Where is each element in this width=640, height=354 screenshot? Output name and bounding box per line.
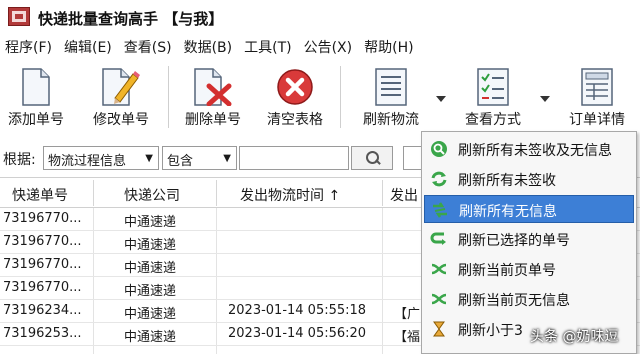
header-ship-location[interactable]: 发出 — [390, 185, 418, 205]
filter-operator-select[interactable]: 包含 ▼ — [162, 146, 237, 170]
view-mode-dropdown-arrow-icon[interactable] — [540, 96, 550, 102]
menu-item-refresh-unsigned[interactable]: 刷新所有未签收 — [424, 165, 634, 193]
cell-ship-time: 2023-01-14 05:56:20 — [228, 326, 367, 341]
detail-form-icon — [581, 68, 613, 106]
cell-tracking-number: 73196770... — [3, 257, 82, 272]
menu-item-label: 刷新所有未签收及无信息 — [458, 143, 612, 159]
refresh-shuffle-icon — [431, 293, 447, 305]
title-bar: 快递批量查询高手 【与我】 — [0, 0, 640, 34]
clear-table-label: 清空表格 — [267, 112, 323, 128]
edit-order-button[interactable]: 修改单号 — [88, 68, 154, 138]
filter-operator-value: 包含 — [167, 154, 194, 169]
refresh-return-icon — [430, 232, 446, 245]
cell-tracking-number: 73196770... — [3, 280, 82, 295]
cell-courier: 中通速递 — [124, 284, 177, 299]
menu-item-refresh-current-page[interactable]: 刷新当前页单号 — [424, 255, 634, 283]
chevron-down-icon: ▼ — [145, 153, 153, 164]
search-button[interactable] — [351, 146, 393, 170]
edit-document-icon — [102, 68, 140, 106]
menu-program[interactable]: 程序(F) — [2, 37, 55, 57]
new-document-icon — [22, 68, 50, 106]
filter-field-value: 物流过程信息 — [48, 154, 127, 169]
cell-tracking-number: 73196770... — [3, 211, 82, 226]
order-detail-button[interactable]: 订单详情 — [562, 68, 632, 138]
cell-courier: 中通速递 — [124, 238, 177, 253]
column-divider — [216, 180, 217, 206]
menu-item-label: 刷新所有无信息 — [459, 204, 557, 220]
menu-edit[interactable]: 编辑(E) — [61, 37, 115, 57]
delete-order-label: 删除单号 — [185, 112, 241, 128]
menu-item-label: 刷新当前页单号 — [458, 263, 556, 279]
column-divider — [93, 180, 94, 206]
column-divider — [382, 180, 383, 206]
cell-ship-time: 2023-01-14 05:55:18 — [228, 303, 367, 318]
clear-x-circle-icon — [277, 69, 313, 105]
cell-courier: 中通速递 — [124, 307, 177, 322]
edit-order-label: 修改单号 — [93, 112, 149, 128]
toolbar-separator — [168, 66, 169, 128]
add-order-button[interactable]: 添加单号 — [4, 68, 68, 138]
toolbar-separator — [340, 66, 341, 128]
menu-view[interactable]: 查看(S) — [121, 37, 175, 57]
clear-table-button[interactable]: 清空表格 — [262, 68, 328, 138]
menu-item-refresh-no-info[interactable]: 刷新所有无信息 — [424, 195, 634, 223]
menu-notice[interactable]: 公告(X) — [301, 37, 356, 57]
menu-item-label: 刷新小于3 — [458, 323, 523, 339]
toolbar: 添加单号 修改单号 删除单号 清空表格 刷新物流 查看方式 订单详情 — [0, 60, 640, 142]
refresh-logistics-label: 刷新物流 — [363, 112, 419, 128]
filter-field-select[interactable]: 物流过程信息 ▼ — [43, 146, 159, 170]
cell-courier: 中通速递 — [124, 330, 177, 345]
add-order-label: 添加单号 — [8, 112, 64, 128]
cell-tracking-number: 73196770... — [3, 234, 82, 249]
refresh-dropdown-menu: 刷新所有未签收及无信息 刷新所有未签收 刷新所有无信息 刷新已选择的单号 刷新当… — [421, 131, 637, 354]
cell-courier: 中通速递 — [124, 215, 177, 230]
filter-label: 根据: — [3, 152, 36, 168]
view-mode-label: 查看方式 — [465, 112, 521, 128]
refresh-search-icon — [431, 141, 447, 157]
hourglass-icon — [433, 321, 445, 337]
header-tracking-number[interactable]: 快递单号 — [12, 185, 68, 205]
refresh-arrows-icon — [431, 171, 447, 187]
refresh-swirl-icon — [433, 202, 447, 218]
delete-document-icon — [194, 68, 232, 106]
refresh-shuffle-icon — [431, 263, 447, 275]
checklist-icon — [477, 68, 509, 106]
order-detail-label: 订单详情 — [569, 112, 625, 128]
menu-help[interactable]: 帮助(H) — [361, 37, 416, 57]
refresh-list-icon — [375, 68, 407, 106]
menu-tools[interactable]: 工具(T) — [241, 37, 294, 57]
menu-bar: 程序(F) 编辑(E) 查看(S) 数据(B) 工具(T) 公告(X) 帮助(H… — [0, 36, 640, 58]
menu-item-label: 刷新已选择的单号 — [458, 233, 570, 249]
menu-item-refresh-current-page-no-info[interactable]: 刷新当前页无信息 — [424, 285, 634, 313]
cell-courier: 中通速递 — [124, 261, 177, 276]
delete-order-button[interactable]: 删除单号 — [180, 68, 246, 138]
window-title: 快递批量查询高手 【与我】 — [38, 10, 224, 28]
filter-value-input[interactable] — [239, 146, 349, 170]
menu-item-label: 刷新所有未签收 — [458, 173, 556, 189]
watermark: 头条 @奶味逗 — [530, 329, 619, 345]
menu-item-label: 刷新当前页无信息 — [458, 293, 570, 309]
cell-ship-location: 【福 — [394, 330, 421, 345]
chevron-down-icon: ▼ — [223, 153, 231, 164]
refresh-dropdown-arrow-icon[interactable] — [436, 96, 446, 102]
filter-extra-field[interactable] — [403, 146, 423, 170]
menu-data[interactable]: 数据(B) — [181, 37, 236, 57]
header-courier[interactable]: 快递公司 — [124, 185, 180, 205]
refresh-logistics-button[interactable]: 刷新物流 — [356, 68, 426, 138]
menu-item-refresh-selected[interactable]: 刷新已选择的单号 — [424, 225, 634, 253]
header-ship-time[interactable]: 发出物流时间 ↑ — [240, 185, 340, 205]
app-icon — [8, 7, 30, 26]
cell-ship-location: 【广 — [394, 307, 421, 322]
view-mode-button[interactable]: 查看方式 — [456, 68, 530, 138]
cell-tracking-number: 73196253... — [3, 326, 82, 341]
menu-item-refresh-unsigned-and-no-info[interactable]: 刷新所有未签收及无信息 — [424, 135, 634, 163]
cell-tracking-number: 73196234... — [3, 303, 82, 318]
